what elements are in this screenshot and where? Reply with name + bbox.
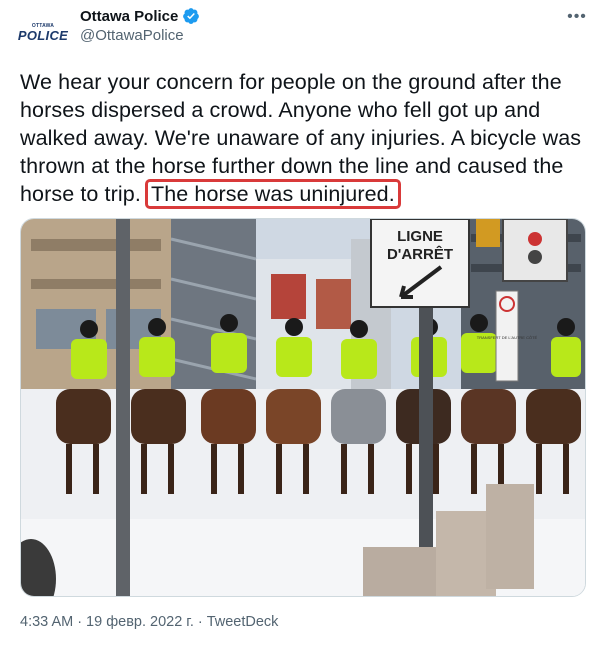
tweet-meta: 4:33 AM · 19 февр. 2022 г. · TweetDeck [20,614,278,630]
tweet-source[interactable]: TweetDeck [207,614,279,630]
mounted-police-photo: LIGNE D'ARRÊT TRANSFERT DE L'AUTRE CÔTÉ [21,219,585,596]
handle[interactable]: @OttawaPolice [80,27,184,44]
meta-separator: · [197,614,203,630]
meta-separator: · [77,614,83,630]
tweet-time[interactable]: 4:33 AM [20,614,73,630]
tweet-text: We hear your concern for people on the g… [20,68,590,209]
sign-text-line1: LIGNE [397,228,443,245]
tweet-text-highlight: The horse was uninjured. [144,179,401,209]
verified-badge-icon [183,8,200,24]
tweet-photo[interactable]: LIGNE D'ARRÊT TRANSFERT DE L'AUTRE CÔTÉ [20,218,586,597]
tweet-header: OTTAWA POLICE Ottawa Police @OttawaPolic… [0,0,605,60]
ellipsis-icon: ••• [567,8,587,25]
sign-text-line2: D'ARRÊT [387,245,453,263]
avatar-logo: POLICE [17,27,69,43]
avatar[interactable]: OTTAWA POLICE [17,8,69,56]
name-row: Ottawa Police [80,5,200,27]
display-name[interactable]: Ottawa Police [80,8,178,25]
tweet-date[interactable]: 19 февр. 2022 г. [86,614,194,630]
more-options-button[interactable]: ••• [566,6,588,28]
small-sign-text: TRANSFERT DE L'AUTRE CÔTÉ [477,335,538,340]
